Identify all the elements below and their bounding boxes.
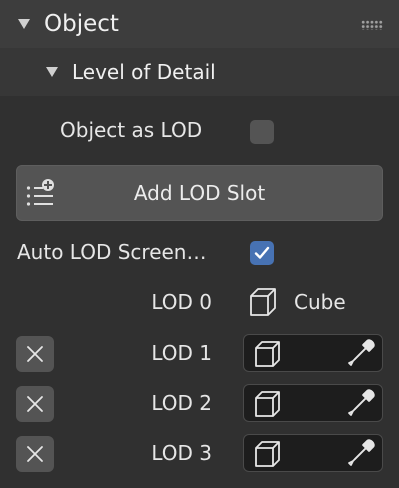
cube-icon (253, 339, 283, 373)
cube-icon (253, 389, 283, 423)
lod-object-name: Cube (294, 290, 346, 314)
remove-lod-button[interactable] (16, 436, 54, 472)
eyedropper-icon[interactable] (346, 388, 376, 422)
add-lod-slot-label: Add LOD Slot (133, 181, 266, 205)
lod-label: LOD 0 (151, 290, 212, 314)
lod-label: LOD 2 (151, 391, 212, 415)
remove-lod-button[interactable] (16, 336, 54, 372)
lod-object-field[interactable] (243, 334, 383, 372)
auto-lod-label: Auto LOD Screen… (17, 240, 207, 264)
triangle-down-icon (46, 67, 58, 77)
cube-icon (253, 439, 283, 473)
checkmark-icon (254, 246, 270, 259)
eyedropper-icon[interactable] (346, 438, 376, 472)
auto-lod-checkbox[interactable] (250, 241, 274, 265)
object-as-lod-checkbox[interactable] (250, 120, 274, 144)
grip-dots-icon[interactable] (361, 20, 383, 30)
lod-panel-title: Level of Detail (72, 60, 216, 84)
lod-panel-header[interactable]: Level of Detail (0, 48, 399, 96)
object-as-lod-label: Object as LOD (60, 118, 203, 142)
x-icon (27, 446, 43, 462)
add-lod-slot-button[interactable]: Add LOD Slot (16, 165, 383, 221)
lod-object-field[interactable] (243, 434, 383, 472)
lod-object-field[interactable] (243, 384, 383, 422)
object-panel-title: Object (44, 11, 119, 37)
triangle-down-icon (18, 19, 30, 29)
lod-label: LOD 1 (151, 341, 212, 365)
lod-label: LOD 3 (151, 441, 212, 465)
x-icon (27, 396, 43, 412)
object-panel-header[interactable]: Object (0, 0, 399, 48)
cube-icon (248, 286, 278, 322)
list-add-icon (26, 178, 56, 212)
properties-panel: Object Level of Detail Object as LOD Add… (0, 0, 399, 488)
eyedropper-icon[interactable] (346, 338, 376, 372)
remove-lod-button[interactable] (16, 386, 54, 422)
x-icon (27, 346, 43, 362)
